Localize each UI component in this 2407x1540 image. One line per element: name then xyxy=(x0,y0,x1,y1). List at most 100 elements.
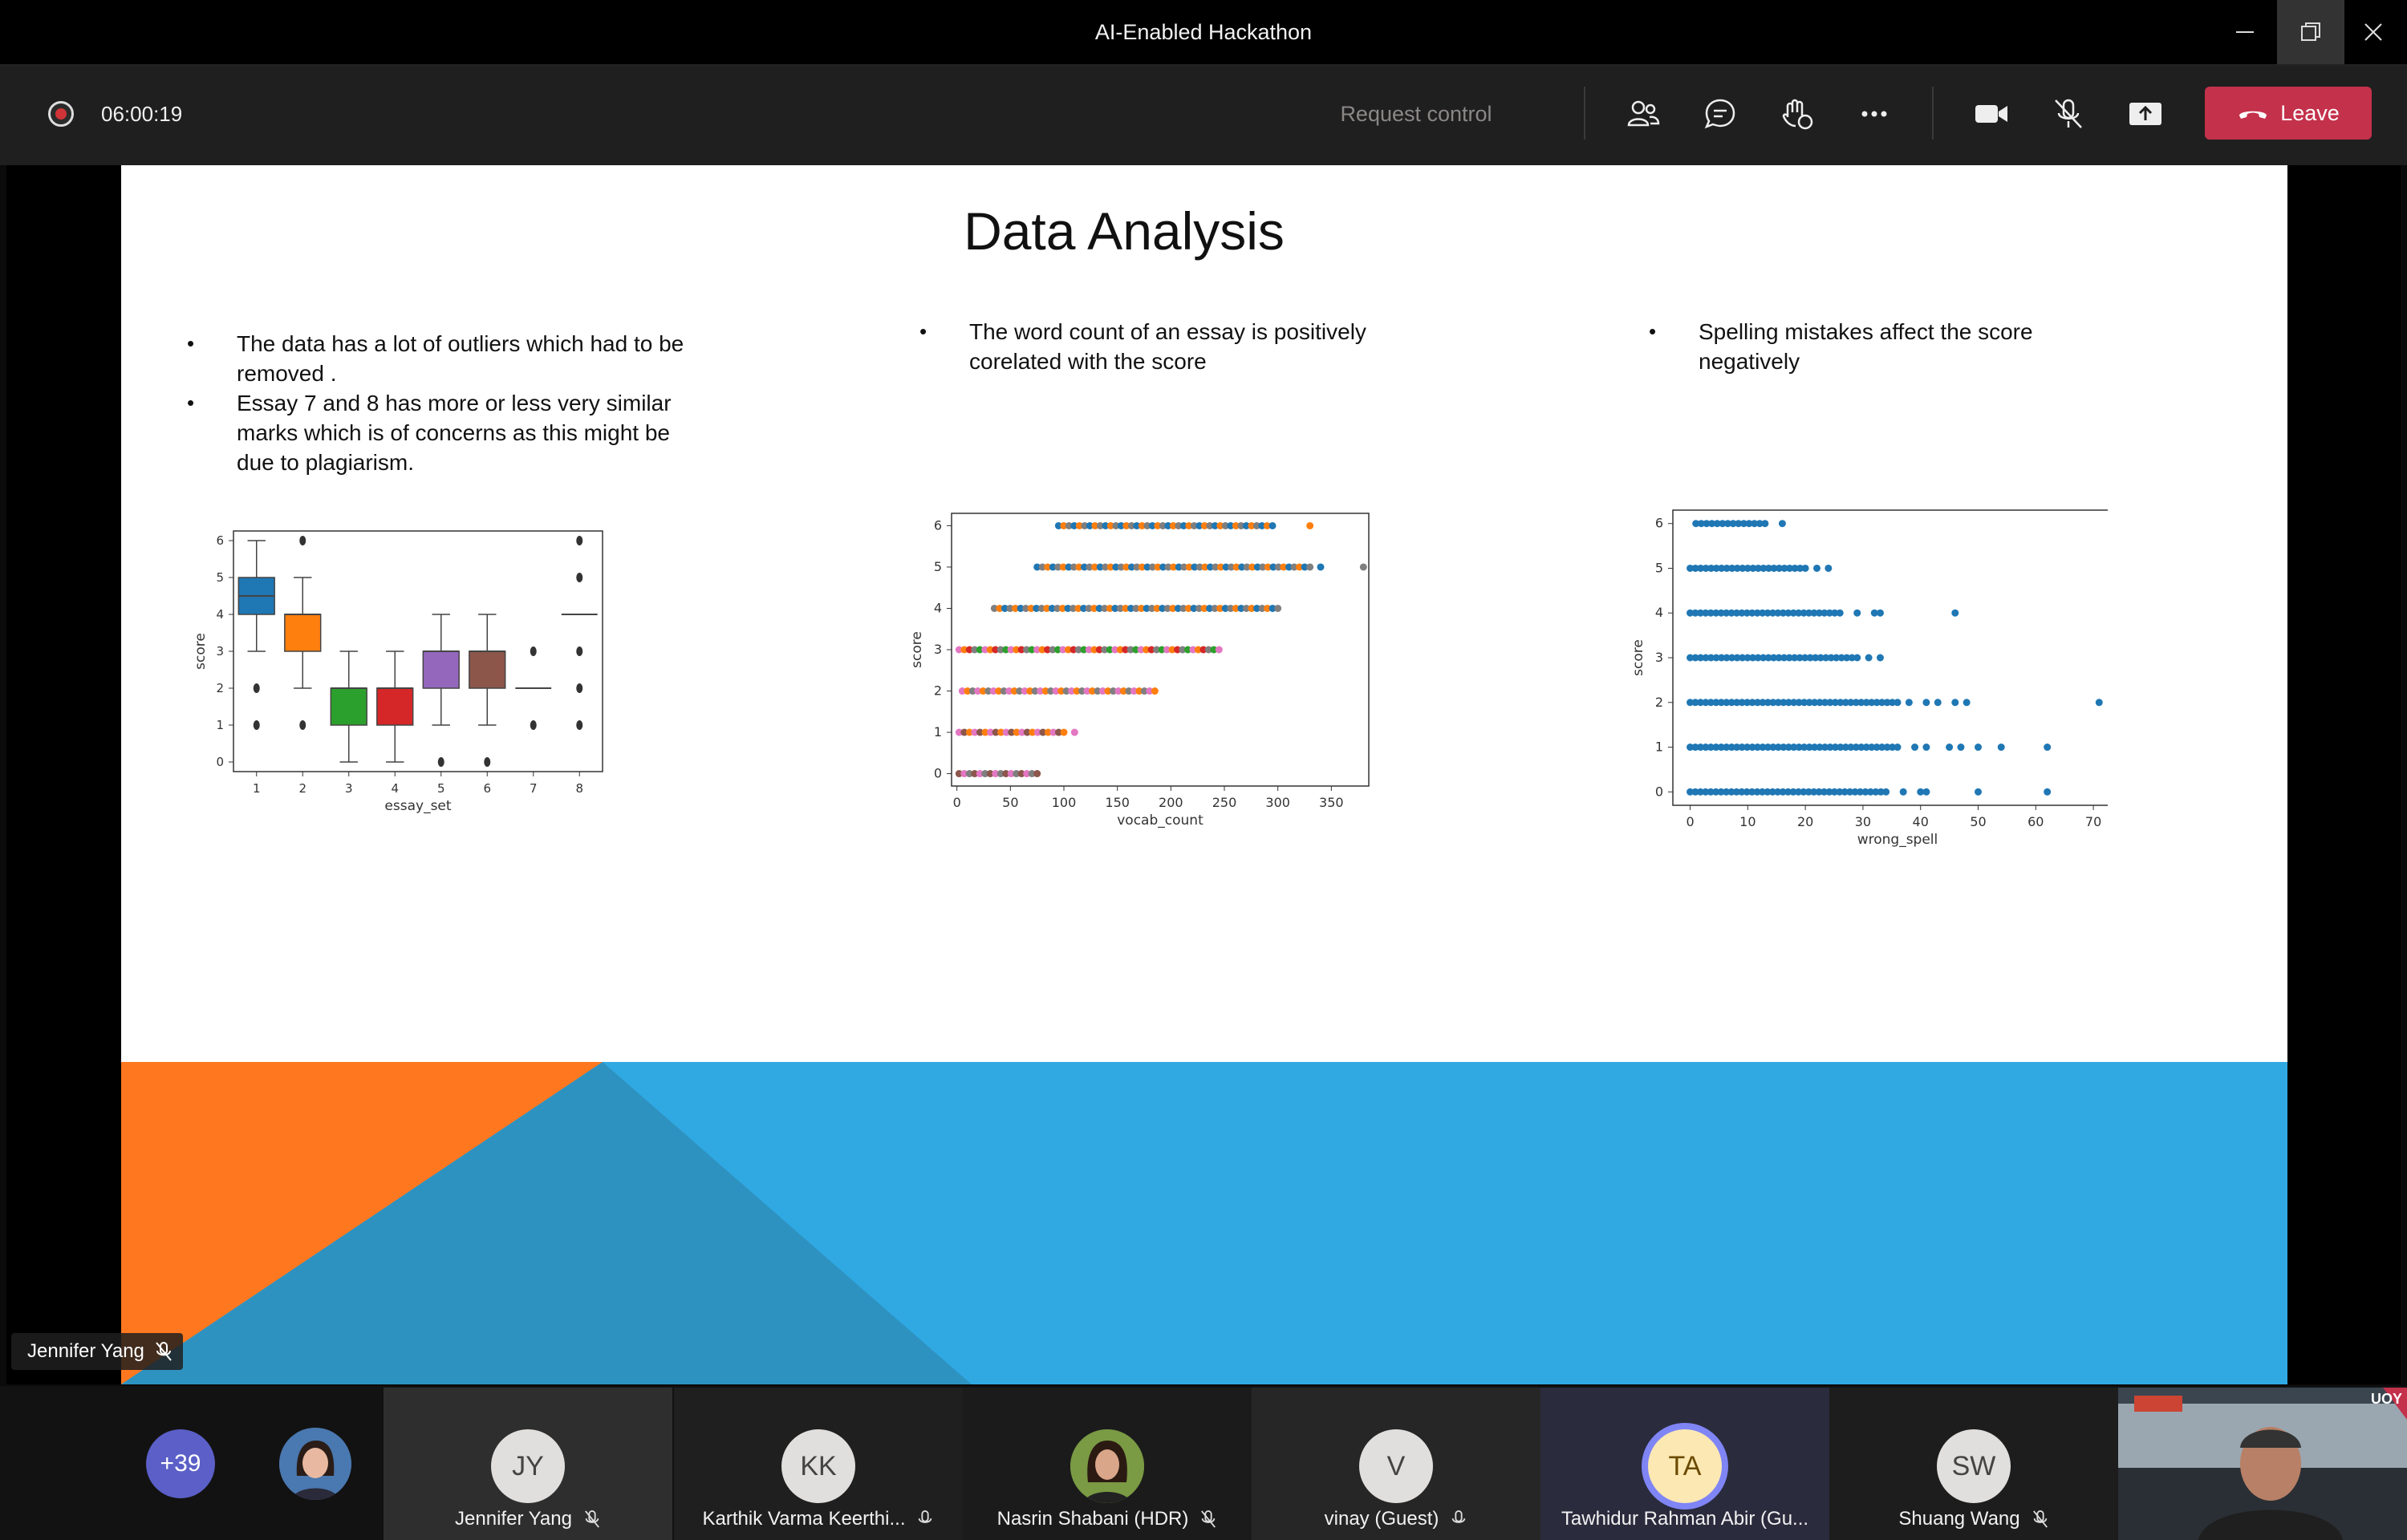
box-outlier xyxy=(576,536,583,545)
x-tick-label: 40 xyxy=(1913,814,1929,829)
participant-tile-nasrin[interactable]: Nasrin Shabani (HDR) xyxy=(963,1388,1252,1540)
scatter-point xyxy=(1957,744,1965,752)
scatter-point xyxy=(1801,564,1809,572)
x-tick-label: 300 xyxy=(1265,795,1290,810)
x-tick-label: 20 xyxy=(1797,814,1813,829)
x-tick-label: 4 xyxy=(391,781,399,796)
x-tick-label: 350 xyxy=(1319,795,1344,810)
people-button[interactable] xyxy=(1619,90,1667,138)
y-tick-label: 4 xyxy=(934,600,942,615)
y-tick-label: 0 xyxy=(1655,784,1663,799)
x-tick-label: 10 xyxy=(1739,814,1756,829)
boxplot-essay-set-score: 0 1 2 3 4 5 6 1 2 3 4 5 6 7 8 essay_set score xyxy=(193,530,603,814)
mic-muted-icon xyxy=(2032,1510,2048,1528)
chat-button[interactable] xyxy=(1696,90,1744,138)
person-photo-icon xyxy=(279,1428,351,1500)
scatter-point xyxy=(1317,563,1325,571)
scatter-point xyxy=(1359,563,1367,571)
scatter-point xyxy=(1812,564,1820,572)
y-tick-label: 0 xyxy=(216,755,224,769)
scatter-point xyxy=(1963,699,1971,707)
scatter-point xyxy=(1853,654,1861,662)
scatter-point xyxy=(1951,699,1959,707)
mic-button[interactable] xyxy=(2044,90,2092,138)
box-outlier xyxy=(530,646,537,656)
minimize-button[interactable] xyxy=(2211,0,2279,64)
box-outlier xyxy=(299,720,306,730)
mic-muted-icon xyxy=(2055,99,2082,128)
scatter-point xyxy=(1825,564,1833,572)
window-title: AI-Enabled Hackathon xyxy=(1094,20,1313,44)
bullet-item: Essay 7 and 8 has more or less very simi… xyxy=(187,388,700,477)
participant-tile-shuang-wang[interactable]: SW Shuang Wang xyxy=(1829,1388,2118,1540)
participant-avatar: SW xyxy=(1937,1429,2011,1503)
leave-button[interactable]: Leave xyxy=(2205,87,2372,140)
mic-icon xyxy=(1452,1510,1466,1523)
scatter-point xyxy=(1894,699,1902,707)
more-icon xyxy=(1861,111,1887,117)
participant-avatar: JY xyxy=(491,1429,565,1503)
close-button[interactable] xyxy=(2340,0,2407,64)
scatter-point xyxy=(2095,699,2103,707)
camera-button[interactable] xyxy=(1967,90,2015,138)
scatter-point xyxy=(2044,744,2052,752)
x-tick-label: 8 xyxy=(575,781,583,796)
scatter-vocab-count-score: 0 50 100 150 200 250 300 350 0 1 2 3 4 5 6 vocab_count s… xyxy=(909,513,1370,829)
scatter-point xyxy=(1306,563,1314,571)
x-tick-label: 6 xyxy=(483,781,491,796)
participant-tile-karthik[interactable]: KK Karthik Varma Keerthi... xyxy=(674,1388,963,1540)
more-actions-button[interactable] xyxy=(1850,90,1898,138)
shared-slide: Data Analysis The data has a lot of outl… xyxy=(121,165,2287,1384)
box-outlier xyxy=(253,720,260,730)
bullet-item: Spelling mistakes affect the score negat… xyxy=(1649,317,2130,376)
mic-muted-icon xyxy=(156,1342,172,1361)
participant-tile-jennifer-yang[interactable]: JY Jennifer Yang xyxy=(384,1388,672,1540)
scatter-point xyxy=(1876,609,1884,617)
scatter-point xyxy=(1274,604,1282,612)
y-tick-label: 3 xyxy=(1655,650,1663,665)
participant-tile-vinay[interactable]: V vinay (Guest) xyxy=(1252,1388,1540,1540)
participant-photo-avatar[interactable] xyxy=(279,1428,351,1500)
reactions-button[interactable] xyxy=(1773,90,1821,138)
x-axis-label: essay_set xyxy=(384,798,451,814)
scatter-point xyxy=(1268,521,1277,529)
scatter-point xyxy=(1922,699,1930,707)
person-video-icon xyxy=(2118,1388,2407,1540)
video-badge: UOY xyxy=(2370,1391,2402,1407)
scatter-point xyxy=(1761,520,1769,528)
share-button[interactable] xyxy=(2121,90,2170,138)
y-tick-label: 1 xyxy=(934,724,942,740)
close-icon xyxy=(2364,23,2382,41)
box-outlier xyxy=(576,646,583,656)
box-outlier xyxy=(576,683,583,693)
scatter-point xyxy=(1778,520,1786,528)
presenter-name: Jennifer Yang xyxy=(27,1340,144,1362)
y-tick-label: 1 xyxy=(216,718,224,732)
y-tick-label: 2 xyxy=(934,683,942,699)
y-tick-label: 3 xyxy=(216,644,224,659)
request-control-button[interactable]: Request control xyxy=(1300,98,1532,130)
y-tick-label: 5 xyxy=(216,570,224,585)
bullet-item: The word count of an essay is positively… xyxy=(919,317,1417,376)
scatter-point xyxy=(1033,770,1041,778)
x-tick-label: 3 xyxy=(345,781,353,796)
participant-tile-tawhidur[interactable]: TA Tawhidur Rahman Abir (Gu... xyxy=(1540,1388,1829,1540)
scatter-point xyxy=(1951,609,1959,617)
toolbar-divider xyxy=(1932,87,1934,140)
scatter-point xyxy=(1894,744,1902,752)
box-body xyxy=(284,614,322,652)
scatter-point xyxy=(1070,728,1078,736)
box-body xyxy=(469,650,506,689)
y-tick-label: 6 xyxy=(216,533,224,548)
share-tray-icon xyxy=(2129,103,2161,125)
participant-name: Nasrin Shabani (HDR) xyxy=(996,1508,1189,1530)
scatter-point xyxy=(1899,788,1907,796)
bullet-list-spelling: Spelling mistakes affect the score negat… xyxy=(1649,317,2130,376)
mic-muted-icon xyxy=(584,1510,599,1528)
participant-name: vinay (Guest) xyxy=(1324,1508,1439,1530)
overflow-participants-button[interactable]: +39 xyxy=(146,1429,215,1498)
box-outlier xyxy=(299,536,306,545)
restore-button[interactable] xyxy=(2277,0,2344,64)
scatter-point xyxy=(1306,521,1314,529)
participant-video-feed[interactable]: UOY xyxy=(2118,1388,2407,1540)
